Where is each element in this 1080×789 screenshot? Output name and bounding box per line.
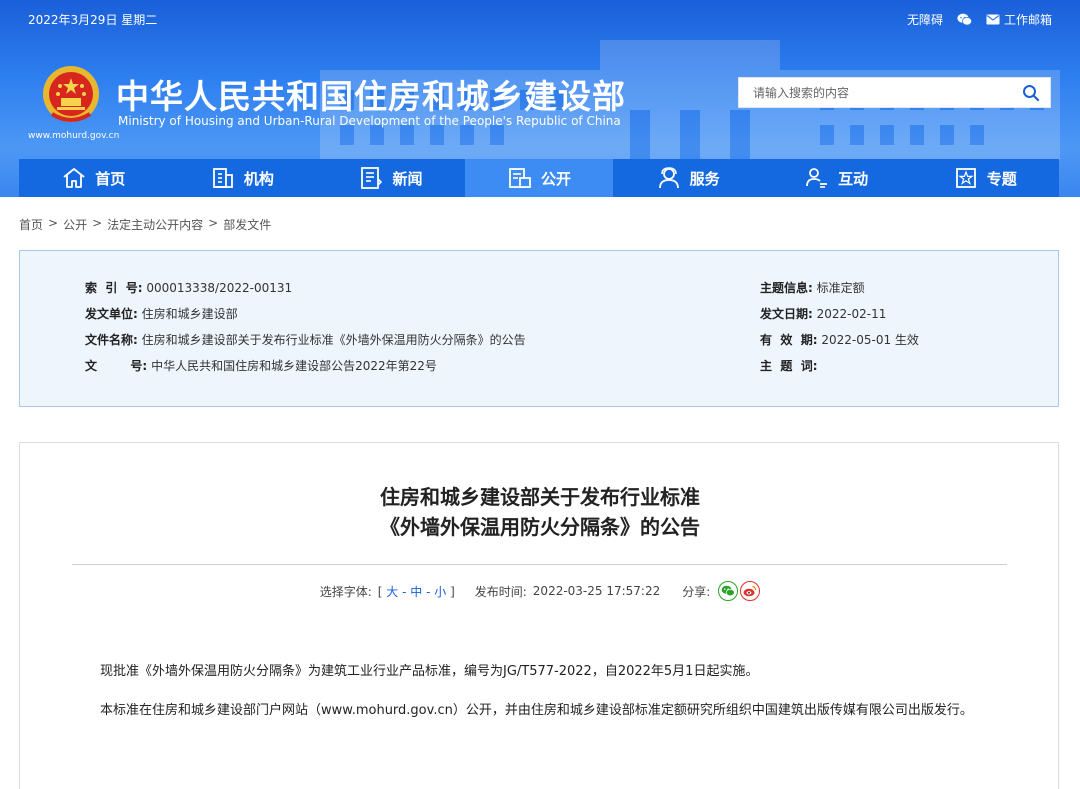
font-size-large-link[interactable]: 大 <box>386 585 398 599</box>
breadcrumb-ministry-documents[interactable]: 部发文件 <box>223 216 271 233</box>
topic-icon <box>955 168 976 188</box>
breadcrumb: 首页 > 公开 > 法定主动公开内容 > 部发文件 <box>19 216 271 233</box>
main-nav: 首页 机构 新闻 公开 服务 互动 专题 <box>19 159 1059 197</box>
keywords-label: 主 题 词: <box>760 359 818 373</box>
site-title: 中华人民共和国住房和城乡建设部 <box>116 77 626 116</box>
topic-info-label: 主题信息: <box>760 281 813 295</box>
site-url: www.mohurd.gov.cn <box>28 131 120 141</box>
article-title-line-2: 《外墙外保温用防火分隔条》的公告 <box>380 515 700 539</box>
document-number-label: 文 号: <box>85 359 148 373</box>
nav-item-label: 新闻 <box>392 169 423 188</box>
weibo-icon <box>743 585 757 597</box>
issuing-unit-value: 住房和城乡建设部 <box>141 307 238 321</box>
breadcrumb-disclosure[interactable]: 公开 <box>63 216 87 233</box>
file-name-label: 文件名称: <box>85 333 138 347</box>
document-info-panel: 索 引 号: 000013338/2022-00131 发文单位: 住房和城乡建… <box>19 250 1059 407</box>
nav-item-disclosure[interactable]: 公开 <box>464 159 614 197</box>
issuing-unit-label: 发文单位: <box>85 307 138 321</box>
nav-item-label: 公开 <box>541 169 572 188</box>
wechat-link[interactable] <box>957 13 972 26</box>
publish-time-label: 发布时间: <box>474 584 527 599</box>
validity-value: 2022-05-01 生效 <box>821 333 919 347</box>
accessibility-link[interactable]: 无障碍 <box>907 11 943 28</box>
issue-date-value: 2022-02-11 <box>816 307 887 321</box>
index-number-row: 索 引 号: 000013338/2022-00131 <box>85 279 292 296</box>
breadcrumb-statutory-content[interactable]: 法定主动公开内容 <box>107 216 203 233</box>
national-emblem-logo[interactable] <box>40 64 102 126</box>
publish-time-value: 2022-03-25 17:57:22 <box>532 584 661 598</box>
font-size-small-link[interactable]: 小 <box>434 585 446 599</box>
file-name-value: 住房和城乡建设部关于发布行业标准《外墙外保温用防火分隔条》的公告 <box>141 333 526 347</box>
index-number-label: 索 引 号: <box>85 281 143 295</box>
font-size-medium-link[interactable]: 中 <box>410 585 422 599</box>
site-header: 2022年3月29日 星期二 无障碍 工作邮箱 www.mohurd.gov.c… <box>0 0 1080 197</box>
topic-info-value: 标准定额 <box>816 281 865 295</box>
font-size-label: 选择字体: <box>319 584 372 599</box>
interaction-icon <box>806 168 828 188</box>
issuing-unit-row: 发文单位: 住房和城乡建设部 <box>85 305 238 322</box>
nav-item-topics[interactable]: 专题 <box>910 159 1059 197</box>
title-divider <box>72 564 1007 565</box>
article-title-line-1: 住房和城乡建设部关于发布行业标准 <box>380 485 700 509</box>
validity-label: 有 效 期: <box>760 333 818 347</box>
breadcrumb-separator: > <box>92 216 103 230</box>
home-icon <box>63 168 85 188</box>
disclosure-icon <box>509 168 531 188</box>
search-box <box>738 77 1051 108</box>
document-number-value: 中华人民共和国住房和城乡建设部公告2022年第22号 <box>151 359 437 373</box>
breadcrumb-separator: > <box>48 216 59 230</box>
work-mail-label: 工作邮箱 <box>1003 13 1052 27</box>
site-title-english: Ministry of Housing and Urban-Rural Deve… <box>118 114 621 128</box>
nav-item-news[interactable]: 新闻 <box>316 159 465 197</box>
news-icon <box>361 167 383 189</box>
work-mail-link[interactable]: 工作邮箱 <box>986 11 1052 28</box>
nav-item-label: 服务 <box>689 169 720 188</box>
service-icon <box>658 167 679 189</box>
validity-row: 有 效 期: 2022-05-01 生效 <box>760 331 919 348</box>
breadcrumb-home[interactable]: 首页 <box>19 216 43 233</box>
nav-item-institutions[interactable]: 机构 <box>168 159 317 197</box>
nav-item-label: 首页 <box>95 169 126 188</box>
article-paragraph-1: 现批准《外墙外保温用防火分隔条》为建筑工业行业产品标准，编号为JG/T577-2… <box>100 664 759 679</box>
article-panel: 住房和城乡建设部关于发布行业标准 《外墙外保温用防火分隔条》的公告 选择字体: … <box>19 442 1059 789</box>
issue-date-row: 发文日期: 2022-02-11 <box>760 305 886 322</box>
nav-item-label: 互动 <box>838 169 869 188</box>
current-date: 2022年3月29日 星期二 <box>28 13 158 27</box>
nav-item-label: 专题 <box>986 169 1017 188</box>
search-icon[interactable] <box>1022 84 1040 102</box>
file-name-row: 文件名称: 住房和城乡建设部关于发布行业标准《外墙外保温用防火分隔条》的公告 <box>85 331 526 348</box>
document-number-row: 文 号: 中华人民共和国住房和城乡建设部公告2022年第22号 <box>85 357 437 374</box>
topbar-links: 无障碍 工作邮箱 <box>907 11 1052 28</box>
index-number-value: 000013338/2022-00131 <box>146 281 293 295</box>
topic-info-row: 主题信息: 标准定额 <box>760 279 865 296</box>
nav-item-interaction[interactable]: 互动 <box>762 159 911 197</box>
article-meta: 选择字体: [ 大 - 中 - 小 ] 发布时间: 2022-03-25 17:… <box>20 581 1060 601</box>
nav-item-label: 机构 <box>243 169 274 188</box>
wechat-icon <box>957 13 972 26</box>
nav-item-service[interactable]: 服务 <box>613 159 762 197</box>
issue-date-label: 发文日期: <box>760 307 813 321</box>
building-icon <box>212 168 233 188</box>
wechat-icon <box>721 585 736 597</box>
breadcrumb-separator: > <box>208 216 219 230</box>
share-weibo-button[interactable] <box>740 581 761 601</box>
share-label: 分享: <box>682 584 711 599</box>
font-size-selector: [ 大 - 中 - 小 ] <box>377 584 455 599</box>
search-input[interactable] <box>739 78 1009 107</box>
keywords-row: 主 题 词: <box>760 357 818 374</box>
share-wechat-button[interactable] <box>718 581 739 601</box>
article-paragraph-2: 本标准在住房和城乡建设部门户网站（www.mohurd.gov.cn）公开，并由… <box>100 703 973 718</box>
nav-item-home[interactable]: 首页 <box>19 159 168 197</box>
mail-icon <box>986 14 1000 25</box>
